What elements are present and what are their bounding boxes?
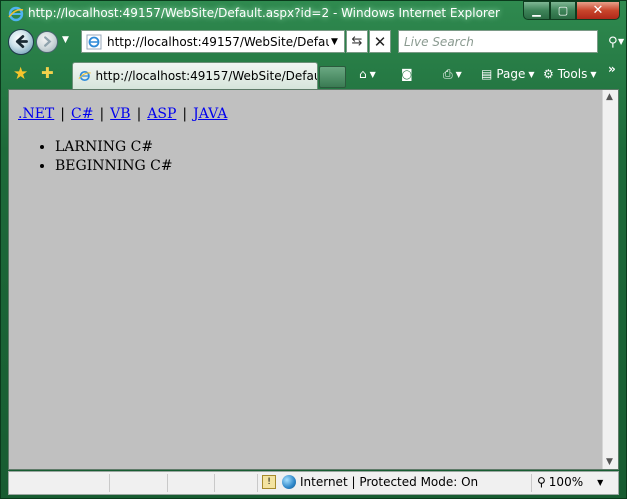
tools-menu-button[interactable]: ⚙ Tools ▼ — [543, 67, 596, 81]
address-bar: ▼ — [81, 30, 345, 53]
zoom-level: 100% — [548, 475, 584, 489]
category-nav: .NET | C# | VB | ASP | JAVA — [18, 106, 603, 122]
security-zone[interactable]: ! Internet | Protected Mode: On — [262, 475, 478, 489]
print-dropdown-icon[interactable]: ▼ — [456, 70, 462, 79]
caption-buttons: ▁ ▢ ✕ — [523, 1, 620, 20]
address-input[interactable] — [107, 34, 329, 49]
search-input[interactable] — [404, 34, 574, 49]
zone-text: Internet | Protected Mode: On — [300, 475, 479, 489]
link-asp[interactable]: ASP — [147, 106, 176, 122]
link-separator: | — [182, 106, 188, 122]
print-button[interactable]: ⎙ ▼ — [443, 67, 462, 82]
add-to-favorites-icon[interactable]: ✚ — [41, 64, 54, 82]
list-item: LARNING C# — [55, 138, 603, 157]
home-dropdown-icon[interactable]: ▼ — [370, 70, 376, 79]
ie-logo-icon — [8, 6, 24, 22]
internet-globe-icon — [282, 475, 296, 489]
search-box — [398, 30, 598, 53]
search-icon[interactable]: ⚲ — [608, 35, 618, 50]
status-divider — [257, 474, 258, 492]
search-options-dropdown-icon[interactable]: ▼ — [618, 37, 624, 46]
refresh-icon: ⇆ — [351, 34, 363, 49]
tools-dropdown-icon: ▼ — [590, 69, 597, 79]
link-csharp[interactable]: C# — [71, 106, 93, 122]
minimize-button[interactable]: ▁ — [523, 1, 550, 20]
refresh-button[interactable]: ⇆ — [346, 30, 368, 53]
more-commands-chevron-icon[interactable]: » — [608, 62, 616, 76]
status-divider — [531, 474, 532, 492]
print-icon: ⎙ — [443, 67, 453, 81]
vertical-scrollbar[interactable]: ▲ ▼ — [602, 90, 618, 469]
scroll-up-arrow-icon[interactable]: ▲ — [606, 92, 613, 102]
tab-favicon-icon — [78, 70, 91, 82]
content-viewport: .NET | C# | VB | ASP | JAVA LARNING C# BEGINNING… — [8, 89, 619, 470]
page-menu-button[interactable]: ▤ Page ▼ — [481, 67, 535, 81]
zoom-dropdown-icon: ▼ — [597, 477, 604, 487]
zoom-control[interactable]: ⚲ 100% ▼ — [537, 475, 603, 489]
link-java[interactable]: JAVA — [193, 106, 227, 122]
address-dropdown-icon[interactable]: ▼ — [331, 37, 338, 47]
status-divider — [109, 474, 110, 492]
page-icon: ▤ — [481, 67, 493, 81]
tab-active[interactable]: http://localhost:49157/WebSite/Default.a… — [72, 62, 318, 89]
new-tab-button[interactable] — [319, 66, 346, 88]
status-bar: ! Internet | Protected Mode: On ⚲ 100% ▼ — [8, 471, 619, 495]
zoom-magnifier-icon: ⚲ — [537, 475, 546, 489]
tab-label: http://localhost:49157/WebSite/Default.a… — [95, 69, 317, 83]
browser-window: http://localhost:49157/WebSite/Default.a… — [0, 0, 627, 499]
forward-button[interactable] — [36, 31, 58, 53]
maximize-icon: ▢ — [557, 4, 569, 17]
forward-arrow-icon — [44, 36, 52, 47]
navigation-bar: ▼ ▼ ⇆ ✕ ⚲ ▼ — [1, 27, 626, 57]
minimize-icon: ▁ — [532, 4, 541, 17]
link-separator: | — [99, 106, 105, 122]
tab-bar: ★ ✚ http://localhost:49157/WebSite/Defau… — [1, 58, 626, 89]
recent-pages-dropdown-icon[interactable]: ▼ — [62, 35, 69, 45]
list-item: BEGINNING C# — [55, 157, 603, 176]
feeds-button[interactable]: ◙ — [401, 67, 413, 81]
gear-icon: ⚙ — [543, 67, 554, 81]
link-separator: | — [60, 106, 65, 122]
page-favicon-icon — [86, 34, 102, 49]
rss-icon: ◙ — [401, 67, 413, 81]
status-divider — [167, 474, 168, 492]
close-icon: ✕ — [592, 3, 604, 18]
web-page: .NET | C# | VB | ASP | JAVA LARNING C# BEGINNING… — [9, 90, 603, 469]
home-button[interactable]: ⌂ ▼ — [359, 67, 376, 81]
page-menu-label: Page — [496, 67, 526, 81]
back-arrow-icon — [15, 35, 28, 48]
link-separator: | — [136, 106, 142, 122]
stop-icon: ✕ — [373, 32, 387, 51]
link-vb[interactable]: VB — [110, 106, 130, 122]
scroll-down-arrow-icon[interactable]: ▼ — [606, 457, 613, 467]
page-dropdown-icon: ▼ — [528, 69, 535, 79]
back-button[interactable] — [8, 29, 34, 55]
window-title: http://localhost:49157/WebSite/Default.a… — [28, 6, 500, 20]
stop-button[interactable]: ✕ — [369, 30, 391, 53]
book-list: LARNING C# BEGINNING C# — [55, 138, 603, 176]
maximize-button[interactable]: ▢ — [550, 1, 576, 20]
close-button[interactable]: ✕ — [576, 1, 620, 20]
favorites-star-icon[interactable]: ★ — [13, 64, 28, 84]
protected-mode-icon: ! — [262, 475, 276, 489]
link-dotnet[interactable]: .NET — [18, 106, 54, 122]
home-icon: ⌂ — [359, 67, 367, 81]
tools-menu-label: Tools — [557, 67, 588, 81]
status-divider — [214, 474, 215, 492]
title-bar: http://localhost:49157/WebSite/Default.a… — [1, 1, 626, 27]
